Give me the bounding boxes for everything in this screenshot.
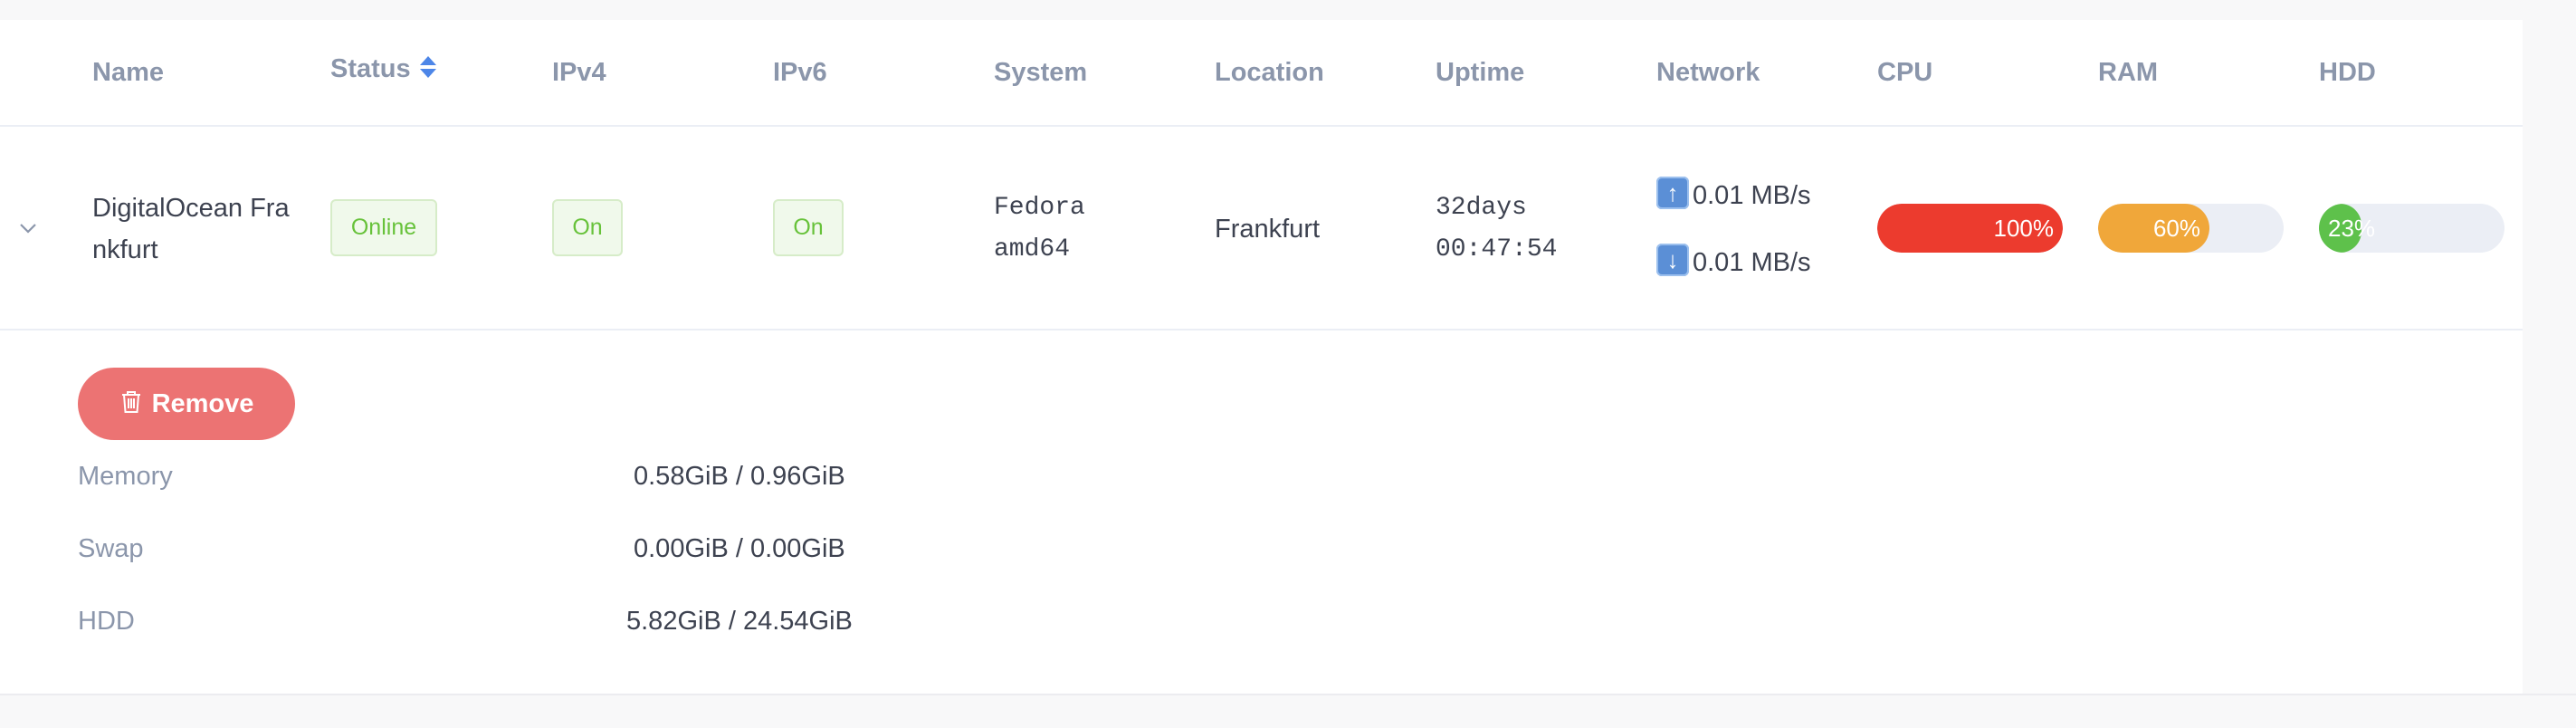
header-location[interactable]: Location	[1215, 58, 1324, 88]
chevron-down-icon[interactable]	[18, 218, 38, 238]
hdd-progress-fill: 23%	[2319, 204, 2375, 253]
system-arch: amd64	[994, 235, 1071, 263]
server-name-line2: nkfurt	[92, 235, 158, 264]
header-uptime[interactable]: Uptime	[1436, 58, 1524, 88]
detail-value-hdd: 5.82GiB / 24.54GiB	[626, 607, 853, 636]
arrow-up-icon: ↑	[1656, 177, 1689, 210]
header-hdd[interactable]: HDD	[2319, 58, 2376, 88]
sort-icon[interactable]	[419, 54, 436, 80]
detail-label-memory: Memory	[78, 462, 173, 491]
divider	[0, 694, 2576, 695]
header-status-label: Status	[330, 54, 411, 83]
network-upload: ↑ 0.01 MB/s	[1656, 177, 1811, 214]
ipv4-badge: On	[552, 199, 623, 256]
cpu-progress: 100%	[1877, 204, 2063, 253]
server-name-line1: DigitalOcean Fra	[92, 194, 290, 223]
header-status[interactable]: Status	[330, 54, 436, 84]
header-cpu[interactable]: CPU	[1877, 58, 1932, 88]
remove-button-label: Remove	[151, 389, 254, 418]
header-system[interactable]: System	[994, 58, 1087, 88]
remove-button[interactable]: Remove	[78, 368, 295, 440]
hdd-progress: 23%	[2319, 204, 2504, 253]
detail-label-hdd: HDD	[78, 607, 135, 636]
detail-value-swap: 0.00GiB / 0.00GiB	[634, 534, 845, 563]
uptime-time: 00:47:54	[1436, 235, 1558, 263]
detail-value-memory: 0.58GiB / 0.96GiB	[634, 462, 845, 491]
trash-icon	[121, 391, 140, 414]
uptime-days: 32days	[1436, 194, 1527, 222]
status-badge: Online	[330, 199, 437, 256]
network-download: ↓ 0.01 MB/s	[1656, 244, 1811, 281]
location-text: Frankfurt	[1215, 215, 1321, 244]
header-ipv4[interactable]: IPv4	[552, 58, 606, 88]
header-network[interactable]: Network	[1656, 58, 1760, 88]
ram-progress-fill: 60%	[2098, 204, 2209, 253]
network-upload-value: 0.01 MB/s	[1693, 181, 1811, 210]
cpu-progress-fill: 100%	[1877, 204, 2063, 253]
header-name[interactable]: Name	[92, 58, 164, 88]
header-ram[interactable]: RAM	[2098, 58, 2158, 88]
system-os: Fedora	[994, 194, 1085, 222]
arrow-down-icon: ↓	[1656, 244, 1689, 277]
network-download-value: 0.01 MB/s	[1693, 248, 1811, 277]
detail-label-swap: Swap	[78, 534, 144, 563]
header-ipv6[interactable]: IPv6	[773, 58, 827, 88]
ram-progress: 60%	[2098, 204, 2284, 253]
ipv6-badge: On	[773, 199, 844, 256]
